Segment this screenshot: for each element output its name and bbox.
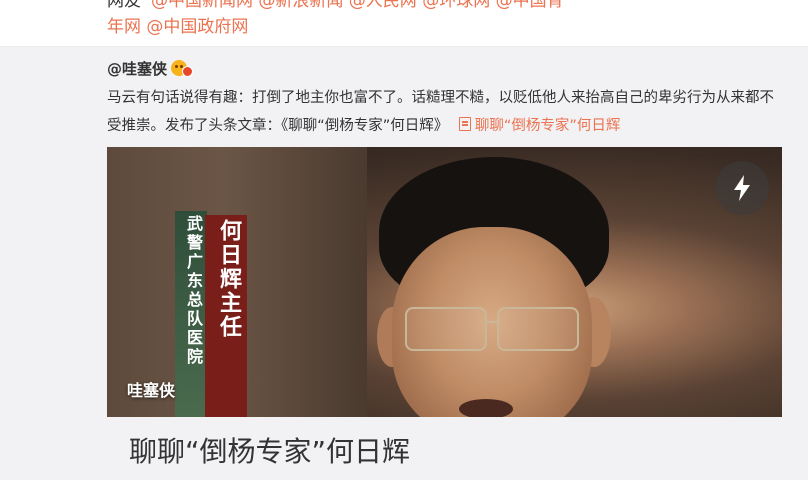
image-watermark: 哇塞侠 (127, 381, 176, 400)
caption-org: 武警广东总队医院 (184, 215, 203, 367)
lightning-icon (734, 175, 750, 201)
repost-box: @哇塞侠 马云有句话说得有趣：打倒了地主你也富不了。话糙理不糙，以贬低他人来抬高… (0, 47, 808, 480)
repost-body: 马云有句话说得有趣：打倒了地主你也富不了。话糙理不糙，以贬低他人来抬高自己的卑劣… (107, 90, 774, 134)
repost-text: 马云有句话说得有趣：打倒了地主你也富不了。话糙理不糙，以贬低他人来抬高自己的卑劣… (107, 84, 777, 140)
repost-author[interactable]: @哇塞侠 (107, 57, 194, 79)
top-line-2: 年网 @中国政府网 (107, 12, 248, 37)
article-cover-image[interactable]: 武警广东总队医院 何日辉主任 哇塞侠 (107, 147, 782, 417)
top-line-1: 网友 @中国新闻网 @新浪新闻 @人民网 @环球网 @中国青 (107, 0, 564, 11)
article-link-text[interactable]: 聊聊“倒杨专家”何日辉 (475, 118, 621, 134)
mention-link-fragment[interactable]: 年网 (107, 17, 141, 37)
caption-name: 何日辉主任 (216, 219, 241, 339)
top-line-lead: 网友 (107, 0, 141, 11)
article-card[interactable]: 武警广东总队医院 何日辉主任 哇塞侠 聊聊“倒杨专家”何日辉 (107, 147, 782, 480)
mention-links[interactable]: @中国新闻网 @新浪新闻 @人民网 @环球网 @中国青 (151, 0, 564, 11)
article-doc-icon (458, 117, 471, 131)
article-title[interactable]: 聊聊“倒杨专家”何日辉 (129, 430, 410, 470)
previous-post-strip: 网友 @中国新闻网 @新浪新闻 @人民网 @环球网 @中国青 年网 @中国政府网 (0, 0, 808, 47)
author-name[interactable]: @哇塞侠 (107, 58, 167, 79)
vip-emoji-icon (171, 59, 194, 77)
mention-link-gov[interactable]: @中国政府网 (146, 17, 248, 37)
lightning-button[interactable] (715, 161, 769, 215)
article-link[interactable]: 聊聊“倒杨专家”何日辉 (453, 117, 621, 134)
